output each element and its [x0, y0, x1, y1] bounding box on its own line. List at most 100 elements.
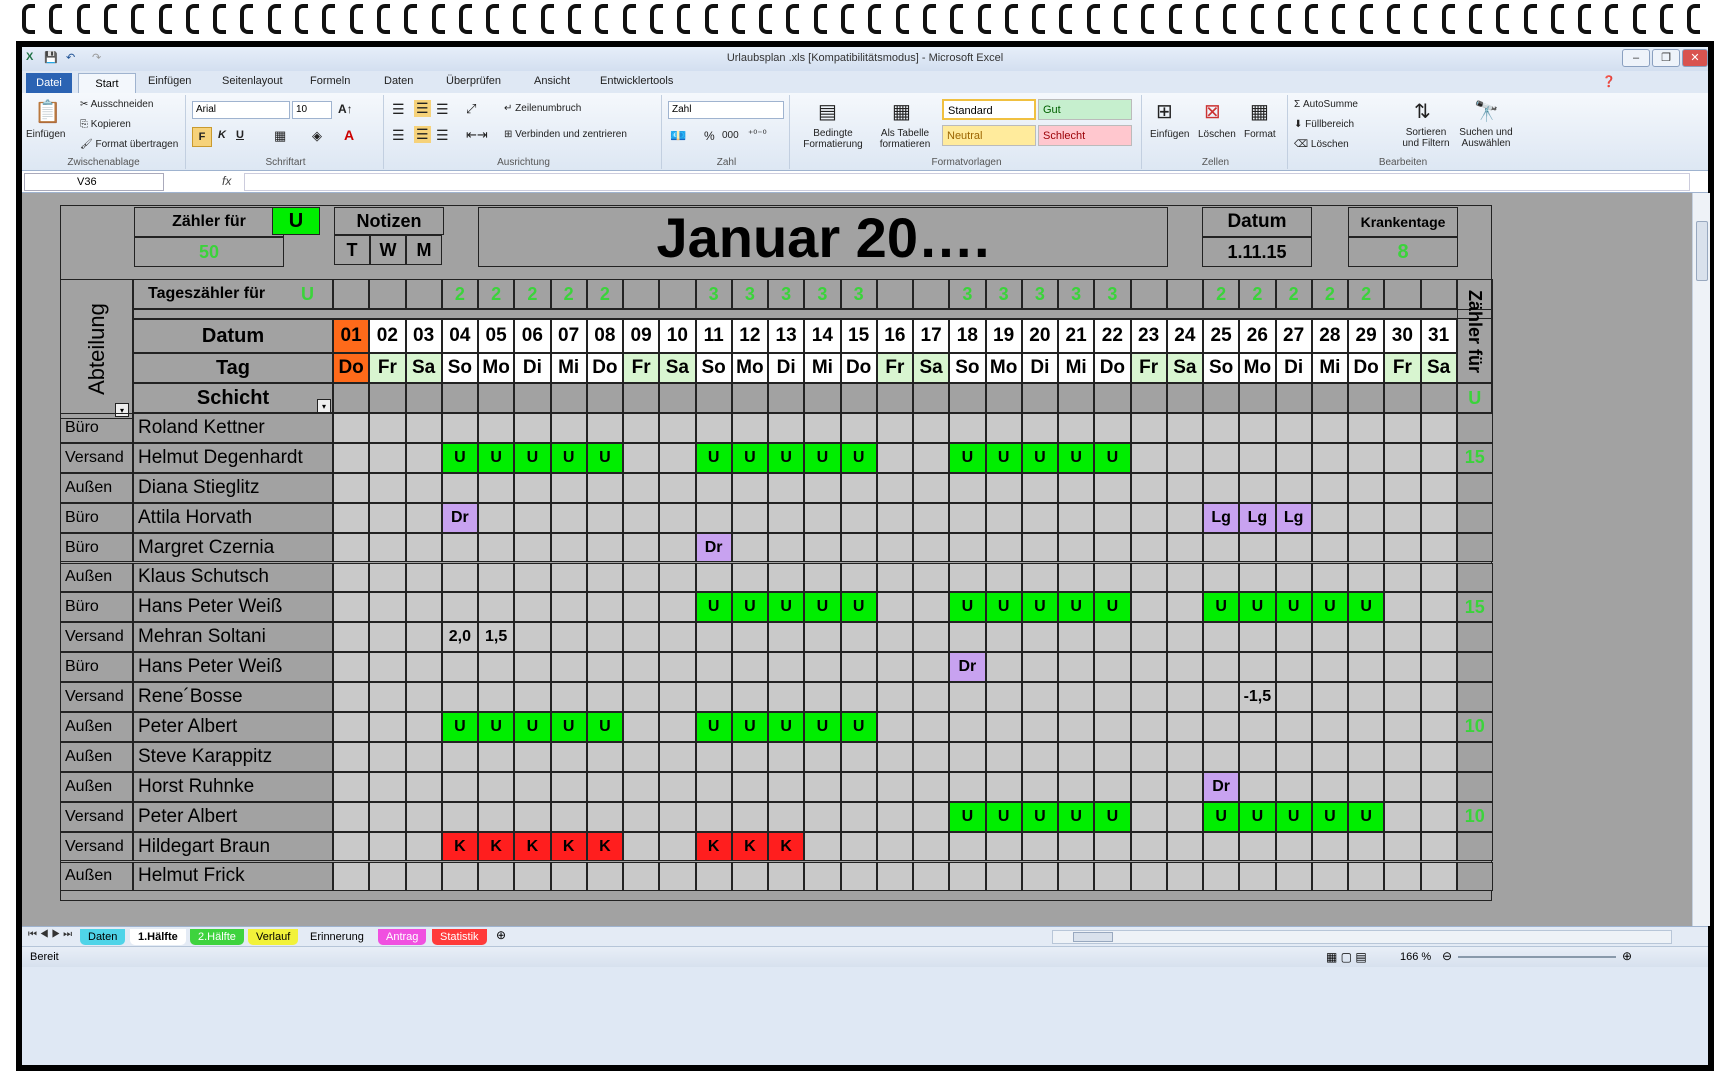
plan-cell[interactable]	[478, 741, 515, 772]
plan-cell[interactable]	[695, 682, 732, 712]
align-center-icon[interactable]: ☰	[414, 126, 431, 143]
plan-cell[interactable]	[441, 532, 478, 563]
plan-cell[interactable]	[1275, 532, 1312, 563]
plan-cell[interactable]	[913, 442, 950, 473]
plan-cell[interactable]	[1384, 741, 1421, 772]
plan-cell[interactable]	[623, 562, 660, 593]
plan-cell[interactable]	[514, 741, 551, 772]
plan-cell[interactable]	[768, 682, 805, 712]
horizontal-scroll-thumb[interactable]	[1073, 932, 1113, 942]
plan-cell[interactable]	[623, 741, 660, 772]
plan-cell[interactable]	[369, 652, 406, 683]
plan-cell[interactable]: U	[1094, 442, 1131, 473]
plan-cell[interactable]: K	[441, 831, 478, 862]
plan-cell[interactable]	[876, 831, 913, 862]
plan-cell[interactable]	[1203, 652, 1240, 683]
style-neutral[interactable]: Neutral	[942, 125, 1036, 146]
plan-cell[interactable]: U	[514, 712, 551, 742]
plan-cell[interactable]	[1094, 562, 1131, 593]
plan-cell[interactable]	[985, 831, 1022, 862]
plan-cell[interactable]	[804, 682, 841, 712]
weekday[interactable]: Mo	[731, 353, 768, 383]
plan-cell[interactable]	[1203, 532, 1240, 563]
plan-cell[interactable]	[1203, 413, 1240, 443]
plan-cell[interactable]	[369, 413, 406, 443]
italic-button[interactable]: K	[218, 129, 226, 141]
plan-cell[interactable]	[1166, 472, 1203, 503]
plan-cell[interactable]	[913, 413, 950, 443]
plan-cell[interactable]	[550, 502, 587, 533]
plan-cell[interactable]	[1239, 771, 1276, 802]
plan-cell[interactable]	[405, 712, 442, 742]
plan-cell[interactable]	[1094, 622, 1131, 653]
employee-name[interactable]: Roland Kettner	[133, 413, 333, 443]
plan-cell[interactable]	[876, 771, 913, 802]
plan-cell[interactable]	[333, 741, 370, 772]
plan-cell[interactable]	[623, 442, 660, 473]
plan-cell[interactable]	[1021, 472, 1058, 503]
plan-cell[interactable]: U	[514, 442, 551, 473]
plan-cell[interactable]	[478, 592, 515, 623]
style-gut[interactable]: Gut	[1038, 99, 1132, 120]
format-as-table-button[interactable]: Als Tabelle formatieren	[872, 128, 938, 150]
weekday[interactable]: Mi	[1311, 353, 1348, 383]
plan-cell[interactable]	[586, 622, 623, 653]
sheet-tab-erinnerung[interactable]: Erinnerung	[302, 929, 372, 945]
plan-cell[interactable]	[695, 413, 732, 443]
plan-cell[interactable]	[586, 502, 623, 533]
plan-cell[interactable]	[1239, 562, 1276, 593]
plan-cell[interactable]	[1130, 442, 1167, 473]
sheet-tab-statistik[interactable]: Statistik	[432, 929, 487, 945]
plan-cell[interactable]	[1275, 861, 1312, 892]
plan-cell[interactable]	[1166, 801, 1203, 832]
plan-cell[interactable]: U	[949, 592, 986, 623]
plan-cell[interactable]: 1,5	[478, 622, 515, 653]
plan-cell[interactable]	[1275, 472, 1312, 503]
plan-cell[interactable]	[949, 712, 986, 742]
weekday[interactable]: Do	[586, 353, 623, 383]
filter-dropdown-icon[interactable]: ▾	[317, 399, 331, 413]
day-number[interactable]: 29	[1348, 319, 1385, 353]
employee-name[interactable]: Hildegart Braun	[133, 831, 333, 862]
shift-cell[interactable]	[441, 383, 478, 413]
plan-cell[interactable]	[1166, 413, 1203, 443]
fill-color-icon[interactable]: ◈	[312, 128, 322, 144]
day-number[interactable]: 02	[369, 319, 406, 353]
plan-cell[interactable]	[550, 741, 587, 772]
plan-cell[interactable]	[1384, 472, 1421, 503]
plan-cell[interactable]	[913, 801, 950, 832]
plan-cell[interactable]	[731, 741, 768, 772]
day-number[interactable]: 04	[441, 319, 478, 353]
insert-sheet-icon[interactable]: ⊕	[496, 928, 506, 942]
plan-cell[interactable]	[478, 682, 515, 712]
plan-cell[interactable]	[731, 413, 768, 443]
plan-cell[interactable]	[985, 682, 1022, 712]
plan-cell[interactable]	[949, 562, 986, 593]
shift-cell[interactable]	[768, 383, 805, 413]
plan-cell[interactable]	[1348, 622, 1385, 653]
tab-developer[interactable]: Entwicklertools	[600, 75, 673, 87]
plan-cell[interactable]	[840, 741, 877, 772]
plan-cell[interactable]	[840, 413, 877, 443]
plan-cell[interactable]	[949, 771, 986, 802]
plan-cell[interactable]: U	[840, 442, 877, 473]
conditional-format-icon[interactable]: ▤	[818, 99, 837, 124]
plan-cell[interactable]	[913, 532, 950, 563]
plan-cell[interactable]	[804, 413, 841, 443]
plan-cell[interactable]	[804, 532, 841, 563]
plan-cell[interactable]	[1420, 741, 1457, 772]
plan-cell[interactable]: U	[949, 801, 986, 832]
align-top-icon[interactable]: ☰	[392, 101, 405, 118]
plan-cell[interactable]	[405, 741, 442, 772]
plan-cell[interactable]	[913, 831, 950, 862]
sheet-tab-antrag[interactable]: Antrag	[378, 929, 427, 945]
plan-cell[interactable]	[949, 682, 986, 712]
plan-cell[interactable]	[1275, 562, 1312, 593]
plan-cell[interactable]	[1058, 532, 1095, 563]
plan-cell[interactable]	[913, 502, 950, 533]
shift-cell[interactable]	[405, 383, 442, 413]
plan-cell[interactable]	[333, 712, 370, 742]
plan-cell[interactable]	[1166, 682, 1203, 712]
plan-cell[interactable]	[876, 532, 913, 563]
plan-cell[interactable]	[876, 442, 913, 473]
